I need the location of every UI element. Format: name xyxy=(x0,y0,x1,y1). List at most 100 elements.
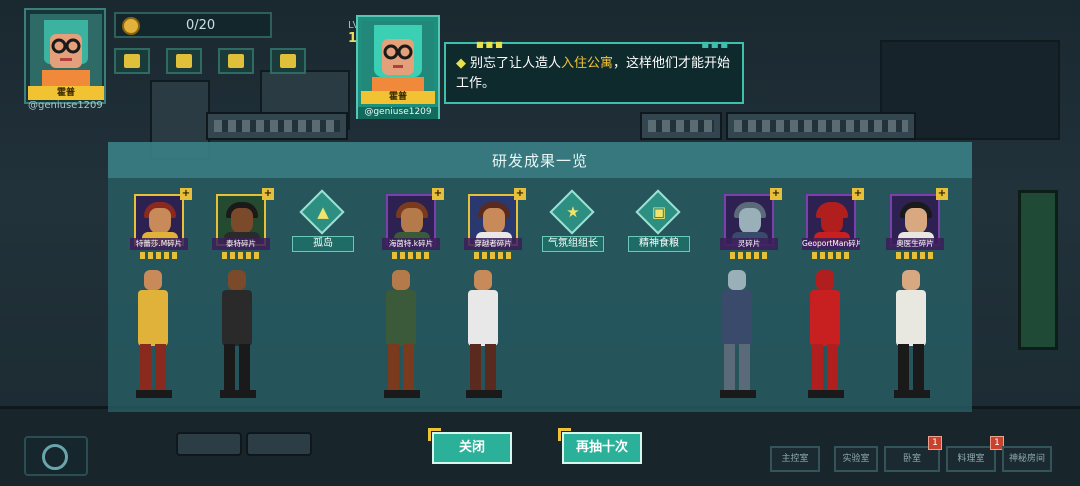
refresh-button[interactable] xyxy=(24,436,88,476)
speaker-handle: @geniuse1209 xyxy=(358,107,438,119)
sprite-leg xyxy=(827,344,838,394)
coin-icon xyxy=(122,17,140,35)
refresh-icon xyxy=(42,444,68,470)
sprite-head xyxy=(902,270,920,290)
sprite-leg xyxy=(739,344,750,394)
character-sprite xyxy=(214,270,262,400)
item-label: 气氛组组长 xyxy=(542,236,604,252)
sprite-body xyxy=(222,290,252,346)
rarity-pips xyxy=(730,252,770,259)
result-character-card[interactable]: 灵碎片 + xyxy=(720,188,782,264)
alert-badge: 1 xyxy=(928,436,942,450)
portrait-face xyxy=(149,208,171,234)
rarity-pips xyxy=(474,252,514,259)
portrait-face xyxy=(483,208,505,234)
result-character-card[interactable]: 穿越者碎片 + xyxy=(464,188,526,264)
sprite-leg xyxy=(898,344,909,394)
character-sprite xyxy=(460,270,508,400)
panel-title: 研发成果一览 xyxy=(491,152,588,170)
result-character-card[interactable]: GeoportMan碎片 + xyxy=(802,188,864,264)
face-icon[interactable] xyxy=(218,48,254,74)
fragment-label: 奥医生碎片 xyxy=(886,238,944,250)
storage-shelf xyxy=(640,112,722,140)
coin-bar: 0/20 LV 1 xyxy=(114,12,359,46)
rarity-pips xyxy=(392,252,432,259)
sprite-body xyxy=(896,290,926,346)
sprite-head xyxy=(144,270,162,290)
fragment-label: 泰特碎片 xyxy=(212,238,270,250)
sprite-leg xyxy=(470,344,481,394)
plus-icon: + xyxy=(936,188,948,200)
portrait-face xyxy=(905,208,927,234)
storage-shelf xyxy=(726,112,916,140)
sprite-body xyxy=(468,290,498,346)
rarity-pips xyxy=(896,252,936,259)
dialog-text: ◆ 别忘了让人造人入住公寓，这样他们才能开始工作。 xyxy=(456,54,740,94)
result-item-card[interactable]: ▣ 精神食粮 xyxy=(628,189,690,254)
sprite-feet xyxy=(720,390,756,398)
result-character-card[interactable]: 奥医生碎片 + xyxy=(886,188,948,264)
sprite-feet xyxy=(894,390,930,398)
speaker-portrait: 霍普 @geniuse1209 xyxy=(356,15,440,119)
result-item-card[interactable]: ★ 气氛组组长 xyxy=(542,189,604,254)
sprite-leg xyxy=(388,344,399,394)
sprite-head xyxy=(728,270,746,290)
dialog-text-part: 别忘了让人造人 xyxy=(470,56,562,71)
chat-icon[interactable] xyxy=(114,48,150,74)
result-character-card[interactable]: 特蕾莎.M碎片 + xyxy=(130,188,192,264)
plus-icon: + xyxy=(770,188,782,200)
portrait-face xyxy=(401,208,423,234)
sprite-leg xyxy=(155,344,166,394)
plus-icon: + xyxy=(432,188,444,200)
floor-crate xyxy=(246,432,312,456)
floor-crate xyxy=(176,432,242,456)
item-glyph-icon: ★ xyxy=(566,203,580,221)
close-button[interactable]: 关闭 xyxy=(428,428,512,464)
tools-icon[interactable] xyxy=(166,48,202,74)
bubble-decoration: ■■■ xyxy=(476,40,505,49)
room-tab[interactable]: 神秘房间 xyxy=(1002,446,1052,472)
sprite-body xyxy=(386,290,416,346)
bubble-decoration: ■■■ xyxy=(701,40,730,49)
character-sprite xyxy=(130,270,178,400)
hud-quick-buttons xyxy=(114,48,306,74)
player-handle: @geniuse1209 xyxy=(28,100,103,111)
storage-shelf xyxy=(206,112,348,140)
item-label: 孤岛 xyxy=(292,236,354,252)
player-avatar xyxy=(30,14,102,86)
player-avatar-box[interactable]: 霍普 xyxy=(24,8,106,104)
speaker-avatar xyxy=(362,21,434,93)
plus-icon: + xyxy=(514,188,526,200)
room-tab[interactable]: 料理室 xyxy=(946,446,996,472)
sprite-leg xyxy=(224,344,235,394)
sprite-feet xyxy=(136,390,172,398)
character-sprite xyxy=(378,270,426,400)
sprite-feet xyxy=(220,390,256,398)
result-character-card[interactable]: 海茵特.k碎片 + xyxy=(382,188,444,264)
fragment-label: 海茵特.k碎片 xyxy=(382,238,440,250)
character-sprite xyxy=(714,270,762,400)
item-label: 精神食粮 xyxy=(628,236,690,252)
character-sprite xyxy=(802,270,850,400)
result-item-card[interactable]: ▲ 孤岛 xyxy=(292,189,354,254)
room-tab[interactable]: 实验室 xyxy=(834,446,878,472)
sprite-leg xyxy=(724,344,735,394)
room-tab[interactable]: 主控室 xyxy=(770,446,820,472)
rarity-pips xyxy=(140,252,180,259)
coin-count: 0/20 xyxy=(186,18,216,33)
sprite-feet xyxy=(808,390,844,398)
draw-ten-button[interactable]: 再抽十次 xyxy=(558,428,642,464)
dialog-bubble[interactable]: ■■■ ■■■ ◆ 别忘了让人造人入住公寓，这样他们才能开始工作。 xyxy=(444,40,744,104)
fragment-label: 特蕾莎.M碎片 xyxy=(130,238,188,250)
plus-icon: + xyxy=(180,188,192,200)
help-icon[interactable] xyxy=(270,48,306,74)
fragment-label: GeoportMan碎片 xyxy=(802,238,860,250)
fragment-label: 灵碎片 xyxy=(720,238,778,250)
sprite-head xyxy=(228,270,246,290)
character-sprite xyxy=(888,270,936,400)
results-panel: 研发成果一览 特蕾莎.M碎片 + 泰特碎片 + ▲ 孤岛 海茵特.k碎片 + 穿越者碎片 + ★ 气氛… xyxy=(108,142,972,412)
plus-icon: + xyxy=(852,188,864,200)
sprite-leg xyxy=(913,344,924,394)
item-glyph-icon: ▣ xyxy=(651,203,667,221)
result-character-card[interactable]: 泰特碎片 + xyxy=(212,188,274,264)
